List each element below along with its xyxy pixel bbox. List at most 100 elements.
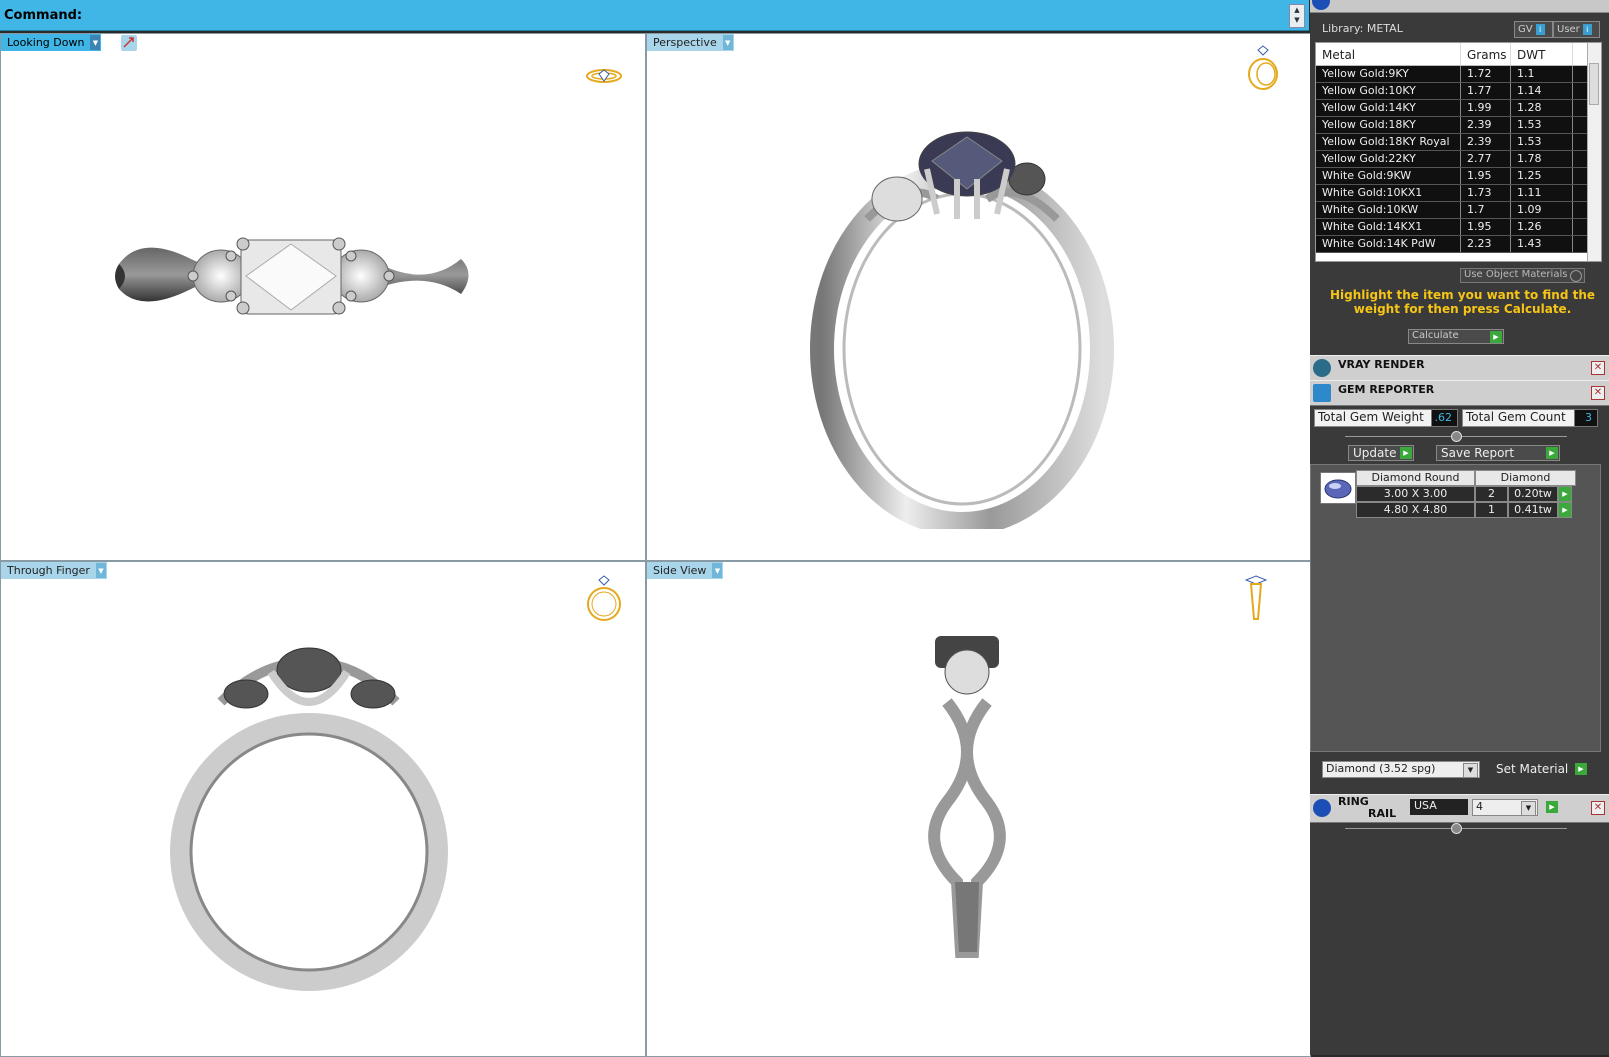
metal-dwt-cell: 1.53 bbox=[1511, 134, 1573, 150]
chevron-down-icon[interactable]: ▼ bbox=[95, 563, 106, 578]
ring-render-perspective bbox=[810, 131, 1114, 529]
viewport-label[interactable]: Perspective ▼ bbox=[647, 34, 734, 51]
metal-row[interactable]: Yellow Gold:22KY 2.77 1.78 bbox=[1316, 151, 1601, 168]
viewport-label[interactable]: Through Finger ▼ bbox=[1, 562, 107, 579]
metal-table[interactable]: Metal Grams DWT Yellow Gold:9KY 1.72 1.1 Ye… bbox=[1315, 42, 1602, 262]
metal-dwt-cell: 1.11 bbox=[1511, 185, 1573, 201]
viewport-label-text: Side View bbox=[653, 564, 707, 577]
vray-render-header[interactable]: VRAY RENDER ✕ bbox=[1310, 355, 1609, 381]
side-panel: Library: METAL GV i User i Metal Grams DWT… bbox=[1310, 0, 1609, 1055]
metal-dwt-cell: 1.28 bbox=[1511, 100, 1573, 116]
column-dwt[interactable]: DWT bbox=[1511, 43, 1573, 65]
viewport-through-finger[interactable]: Through Finger ▼ bbox=[0, 561, 646, 1057]
ring-size-select[interactable]: 4 ▼ bbox=[1472, 799, 1538, 816]
material-select[interactable]: Diamond (3.52 spg) ▼ bbox=[1322, 761, 1480, 778]
gem-count-cell: 1 bbox=[1475, 502, 1508, 518]
play-icon[interactable]: ▶ bbox=[1546, 801, 1558, 813]
gem-size-cell: 4.80 X 4.80 bbox=[1356, 502, 1475, 518]
vray-icon bbox=[1313, 359, 1331, 377]
column-grams[interactable]: Grams bbox=[1461, 43, 1511, 65]
radio-icon bbox=[1570, 270, 1582, 282]
ring-render-side bbox=[928, 636, 1006, 958]
ring-top-icon[interactable] bbox=[584, 64, 624, 88]
close-icon[interactable]: ✕ bbox=[1591, 386, 1605, 400]
viewport-label-text: Perspective bbox=[653, 36, 717, 49]
chevron-down-icon[interactable]: ▼ bbox=[712, 563, 723, 578]
ring-side-icon[interactable] bbox=[1241, 574, 1271, 630]
metal-row[interactable]: Yellow Gold:18KY 2.39 1.53 bbox=[1316, 117, 1601, 134]
command-scroll[interactable]: ▲ ▼ bbox=[1289, 4, 1305, 28]
metal-rows: Yellow Gold:9KY 1.72 1.1 Yellow Gold:10KY 1.… bbox=[1316, 66, 1601, 253]
ring-rail-slider-knob[interactable] bbox=[1451, 823, 1462, 834]
metal-name-cell: White Gold:9KW bbox=[1316, 168, 1461, 184]
metal-name-cell: Yellow Gold:14KY bbox=[1316, 100, 1461, 116]
gem-rows: 3.00 X 3.00 2 0.20tw ▶ 4.80 X 4.80 1 0.41tw ▶ bbox=[1356, 486, 1576, 518]
close-icon[interactable]: ✕ bbox=[1591, 801, 1605, 815]
scroll-thumb[interactable] bbox=[1589, 63, 1599, 105]
gem-row[interactable]: 3.00 X 3.00 2 0.20tw ▶ bbox=[1356, 486, 1576, 502]
metal-grams-cell: 2.77 bbox=[1461, 151, 1511, 167]
gem-size-cell: 3.00 X 3.00 bbox=[1356, 486, 1475, 502]
ring-front-icon[interactable] bbox=[584, 574, 624, 624]
metal-name-cell: Yellow Gold:18KY Royal bbox=[1316, 134, 1461, 150]
metal-grams-cell: 1.95 bbox=[1461, 168, 1511, 184]
play-icon[interactable]: ▶ bbox=[1558, 502, 1572, 518]
metal-row[interactable]: Yellow Gold:9KY 1.72 1.1 bbox=[1316, 66, 1601, 83]
chevron-down-icon[interactable]: ▼ bbox=[1463, 763, 1478, 778]
gem-slider-knob[interactable] bbox=[1451, 431, 1462, 442]
viewport-label[interactable]: Looking Down ▼ bbox=[1, 34, 102, 51]
panel-top-strip bbox=[1310, 0, 1609, 13]
gv-toggle[interactable]: GV i bbox=[1514, 21, 1553, 38]
use-object-materials-toggle[interactable]: Use Object Materials bbox=[1460, 268, 1585, 283]
metal-row[interactable]: Yellow Gold:10KY 1.77 1.14 bbox=[1316, 83, 1601, 100]
gem-weight-cell: 0.20tw bbox=[1508, 486, 1558, 502]
metal-row[interactable]: White Gold:10KX1 1.73 1.11 bbox=[1316, 185, 1601, 202]
viewport-label[interactable]: Side View ▼ bbox=[647, 562, 724, 579]
chevron-down-icon[interactable]: ▼ bbox=[722, 35, 733, 50]
viewport-label-text: Through Finger bbox=[7, 564, 90, 577]
gem-row[interactable]: 4.80 X 4.80 1 0.41tw ▶ bbox=[1356, 502, 1576, 518]
command-bar[interactable]: Command: ▲ ▼ bbox=[0, 0, 1309, 31]
metal-row[interactable]: White Gold:10KW 1.7 1.09 bbox=[1316, 202, 1601, 219]
use-object-materials-label: Use Object Materials bbox=[1464, 269, 1568, 280]
ring-rail-header[interactable]: RING RAIL USA 4 ▼ ▶ ✕ bbox=[1310, 794, 1609, 823]
play-icon: ▶ bbox=[1575, 763, 1587, 775]
set-material-button[interactable]: Set Material ▶ bbox=[1492, 762, 1588, 778]
viewport-side-view[interactable]: Side View ▼ bbox=[646, 561, 1311, 1057]
info-icon: i bbox=[1582, 24, 1592, 35]
info-icon: i bbox=[1535, 24, 1545, 35]
gem-table: Diamond Round Diamond 3.00 X 3.00 2 0.20tw… bbox=[1356, 470, 1576, 518]
save-report-button[interactable]: Save Report ▶ bbox=[1436, 445, 1560, 461]
viewport-perspective[interactable]: Perspective ▼ bbox=[646, 33, 1311, 561]
chevron-down-icon[interactable]: ▼ bbox=[90, 35, 101, 50]
set-material-label: Set Material bbox=[1496, 762, 1569, 776]
viewport-looking-down[interactable]: Looking Down ▼ bbox=[0, 33, 646, 561]
ring-rail-title: RING RAIL bbox=[1338, 796, 1396, 820]
total-gem-count-label: Total Gem Count bbox=[1462, 409, 1575, 427]
gem-reporter-header[interactable]: GEM REPORTER ✕ bbox=[1310, 380, 1609, 406]
column-metal[interactable]: Metal bbox=[1316, 43, 1461, 65]
ring-render-top bbox=[115, 237, 469, 315]
chevron-down-icon[interactable]: ▼ bbox=[1521, 801, 1536, 816]
camera-icon[interactable] bbox=[121, 35, 137, 51]
metal-row[interactable]: Yellow Gold:18KY Royal 2.39 1.53 bbox=[1316, 134, 1601, 151]
metal-row[interactable]: White Gold:14KX1 1.95 1.26 bbox=[1316, 219, 1601, 236]
metal-table-header: Metal Grams DWT bbox=[1316, 43, 1601, 66]
metal-grams-cell: 1.7 bbox=[1461, 202, 1511, 218]
metal-grams-cell: 2.39 bbox=[1461, 117, 1511, 133]
user-toggle[interactable]: User i bbox=[1553, 21, 1600, 38]
metal-table-scrollbar[interactable] bbox=[1587, 43, 1601, 261]
metal-dwt-cell: 1.1 bbox=[1511, 66, 1573, 82]
metal-row[interactable]: White Gold:14K PdW 2.23 1.43 bbox=[1316, 236, 1601, 253]
close-icon[interactable]: ✕ bbox=[1591, 361, 1605, 375]
update-button[interactable]: Update ▶ bbox=[1348, 445, 1414, 461]
library-label: Library: METAL bbox=[1322, 22, 1403, 35]
metal-name-cell: White Gold:10KW bbox=[1316, 202, 1461, 218]
calculate-button[interactable]: Calculate ▶ bbox=[1408, 329, 1504, 344]
ring-perspective-icon[interactable] bbox=[1243, 42, 1283, 92]
ring-region-field[interactable]: USA bbox=[1410, 799, 1468, 815]
metal-grams-cell: 1.99 bbox=[1461, 100, 1511, 116]
play-icon[interactable]: ▶ bbox=[1558, 486, 1572, 502]
metal-row[interactable]: Yellow Gold:14KY 1.99 1.28 bbox=[1316, 100, 1601, 117]
metal-row[interactable]: White Gold:9KW 1.95 1.25 bbox=[1316, 168, 1601, 185]
